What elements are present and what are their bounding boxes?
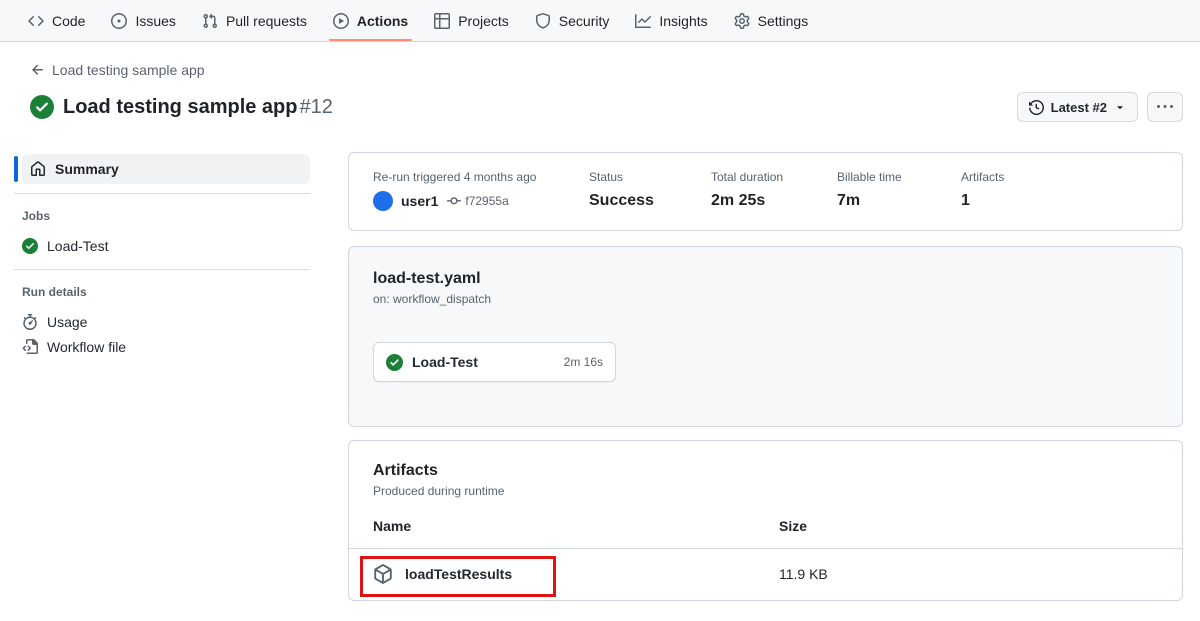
trigger-label: Re-run triggered 4 months ago — [373, 170, 589, 184]
check-circle-icon — [30, 95, 54, 119]
trigger-user[interactable]: user1 — [401, 193, 438, 209]
kebab-horizontal-icon — [1157, 99, 1173, 115]
triangle-down-icon — [1114, 101, 1126, 113]
back-link-label: Load testing sample app — [52, 62, 205, 78]
billable-time-label: Billable time — [837, 170, 961, 184]
job-label: Load-Test — [47, 238, 108, 254]
file-code-icon — [22, 339, 38, 355]
tab-insights[interactable]: Insights — [625, 0, 717, 41]
selected-accent-bar — [14, 156, 18, 182]
artifacts-title: Artifacts — [373, 462, 1158, 480]
tab-label: Insights — [659, 13, 707, 29]
tab-code[interactable]: Code — [18, 0, 95, 41]
run-header: Load testing sample app Load testing sam… — [0, 42, 1200, 122]
artifacts-card: Artifacts Produced during runtime Name S… — [348, 440, 1183, 601]
tab-label: Security — [559, 13, 610, 29]
workflow-file-name: load-test.yaml — [373, 270, 1158, 288]
stopwatch-icon — [22, 314, 38, 330]
column-header-size: Size — [779, 518, 807, 534]
issue-opened-icon — [111, 13, 127, 29]
package-icon — [373, 564, 393, 584]
latest-run-button[interactable]: Latest #2 — [1017, 92, 1138, 122]
run-number: #12 — [299, 96, 332, 118]
sidebar-item-summary[interactable]: Summary — [14, 154, 310, 184]
artifacts-count-label: Artifacts — [961, 170, 1004, 184]
gear-icon — [734, 13, 750, 29]
run-summary-card: Re-run triggered 4 months ago user1 f729… — [348, 152, 1183, 231]
graph-icon — [635, 13, 651, 29]
run-main: Re-run triggered 4 months ago user1 f729… — [348, 152, 1200, 601]
artifacts-subtitle: Produced during runtime — [373, 484, 1158, 498]
git-commit-icon — [447, 194, 461, 208]
billable-time-value: 7m — [837, 192, 961, 210]
sidebar-item-workflow-file[interactable]: Workflow file — [22, 339, 310, 355]
artifacts-count-value: 1 — [961, 192, 1004, 210]
tab-label: Settings — [758, 13, 809, 29]
workflow-file-label: Workflow file — [47, 339, 126, 355]
table-icon — [434, 13, 450, 29]
artifact-row: loadTestResults 11.9 KB — [349, 549, 1182, 600]
divider — [14, 269, 310, 270]
page-title: Load testing sample app#12 — [63, 96, 333, 119]
tab-label: Issues — [135, 13, 175, 29]
artifact-size: 11.9 KB — [779, 566, 828, 582]
usage-label: Usage — [47, 314, 87, 330]
tab-pull-requests[interactable]: Pull requests — [192, 0, 317, 41]
latest-run-label: Latest #2 — [1051, 100, 1107, 115]
divider — [14, 193, 310, 194]
more-options-button[interactable] — [1147, 92, 1183, 122]
status-label: Status — [589, 170, 711, 184]
workflow-graph-card: load-test.yaml on: workflow_dispatch Loa… — [348, 246, 1183, 427]
repo-tab-bar: Code Issues Pull requests Actions Projec… — [0, 0, 1200, 42]
sidebar-item-job-load-test[interactable]: Load-Test — [22, 238, 310, 254]
tab-actions[interactable]: Actions — [323, 0, 418, 41]
artifact-name-link[interactable]: loadTestResults — [405, 566, 512, 582]
run-sidebar: Summary Jobs Load-Test Run details Usage… — [0, 152, 348, 355]
avatar[interactable] — [373, 191, 393, 211]
total-duration-label: Total duration — [711, 170, 837, 184]
jobs-heading: Jobs — [22, 209, 310, 223]
job-node-duration: 2m 16s — [564, 355, 603, 369]
history-icon — [1029, 100, 1044, 115]
tab-issues[interactable]: Issues — [101, 0, 185, 41]
workflow-trigger: on: workflow_dispatch — [373, 292, 1158, 306]
tab-label: Pull requests — [226, 13, 307, 29]
tab-label: Projects — [458, 13, 509, 29]
check-circle-icon — [22, 238, 38, 254]
tab-settings[interactable]: Settings — [724, 0, 819, 41]
job-node-label: Load-Test — [412, 354, 478, 370]
commit-sha[interactable]: f72955a — [465, 194, 508, 208]
tab-label: Actions — [357, 13, 408, 29]
column-header-name: Name — [373, 518, 779, 534]
arrow-left-icon — [30, 62, 46, 78]
back-link[interactable]: Load testing sample app — [30, 62, 205, 78]
tab-label: Code — [52, 13, 85, 29]
code-icon — [28, 13, 44, 29]
check-circle-icon — [386, 354, 403, 371]
status-value: Success — [589, 192, 711, 210]
shield-icon — [535, 13, 551, 29]
job-node-load-test[interactable]: Load-Test 2m 16s — [373, 342, 616, 382]
sidebar-item-label: Summary — [55, 161, 119, 177]
home-icon — [30, 161, 46, 177]
tab-projects[interactable]: Projects — [424, 0, 519, 41]
sidebar-item-usage[interactable]: Usage — [22, 314, 310, 330]
play-icon — [333, 13, 349, 29]
git-pull-request-icon — [202, 13, 218, 29]
run-details-heading: Run details — [22, 285, 310, 299]
total-duration-value: 2m 25s — [711, 192, 837, 210]
tab-security[interactable]: Security — [525, 0, 620, 41]
